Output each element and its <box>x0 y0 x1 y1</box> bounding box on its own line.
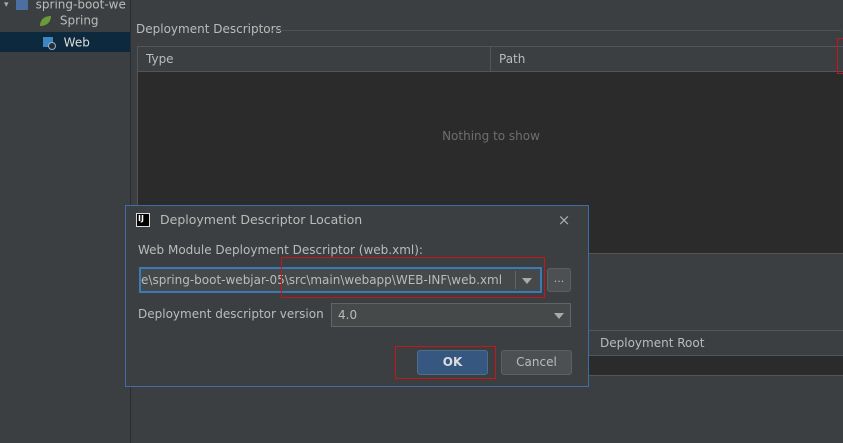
empty-table-text: Nothing to show <box>442 129 540 143</box>
expand-arrow-icon[interactable]: ▾ <box>4 0 12 15</box>
version-value: 4.0 <box>338 308 358 322</box>
tree-item-web[interactable]: Web <box>0 32 130 52</box>
web-facet-icon <box>42 36 56 50</box>
spring-leaf-icon <box>38 14 52 28</box>
tree-item-label: Spring <box>59 13 99 28</box>
version-label: Deployment descriptor version <box>138 307 324 321</box>
browse-button[interactable]: ... <box>547 268 571 292</box>
facet-tree: ▾ spring-boot-we Spring Web <box>0 0 131 443</box>
column-type[interactable]: Type <box>138 47 491 71</box>
highlight-box <box>837 38 843 74</box>
section-title: Deployment Descriptors <box>136 22 282 36</box>
chevron-down-icon[interactable] <box>554 313 564 319</box>
version-select[interactable]: 4.0 <box>331 303 571 327</box>
divider <box>271 30 841 31</box>
dialog-title: Deployment Descriptor Location <box>160 212 363 227</box>
close-icon[interactable]: × <box>556 206 572 234</box>
tree-item-label: Web <box>63 35 90 50</box>
deployment-descriptor-dialog: IJ Deployment Descriptor Location × Web … <box>125 205 589 387</box>
tree-item-spring[interactable]: Spring <box>38 10 99 30</box>
intellij-app-icon: IJ <box>136 213 150 227</box>
column-path[interactable]: Path <box>491 47 525 71</box>
table-header: Type Path <box>138 47 843 72</box>
highlight-box <box>281 257 545 298</box>
module-icon <box>15 0 28 10</box>
dialog-title-bar: IJ Deployment Descriptor Location × <box>126 206 588 234</box>
cancel-button[interactable]: Cancel <box>501 350 572 375</box>
web-xml-label: Web Module Deployment Descriptor (web.xm… <box>138 243 423 257</box>
column-deployment-root[interactable]: Deployment Root <box>592 331 704 355</box>
highlight-box <box>395 346 496 379</box>
